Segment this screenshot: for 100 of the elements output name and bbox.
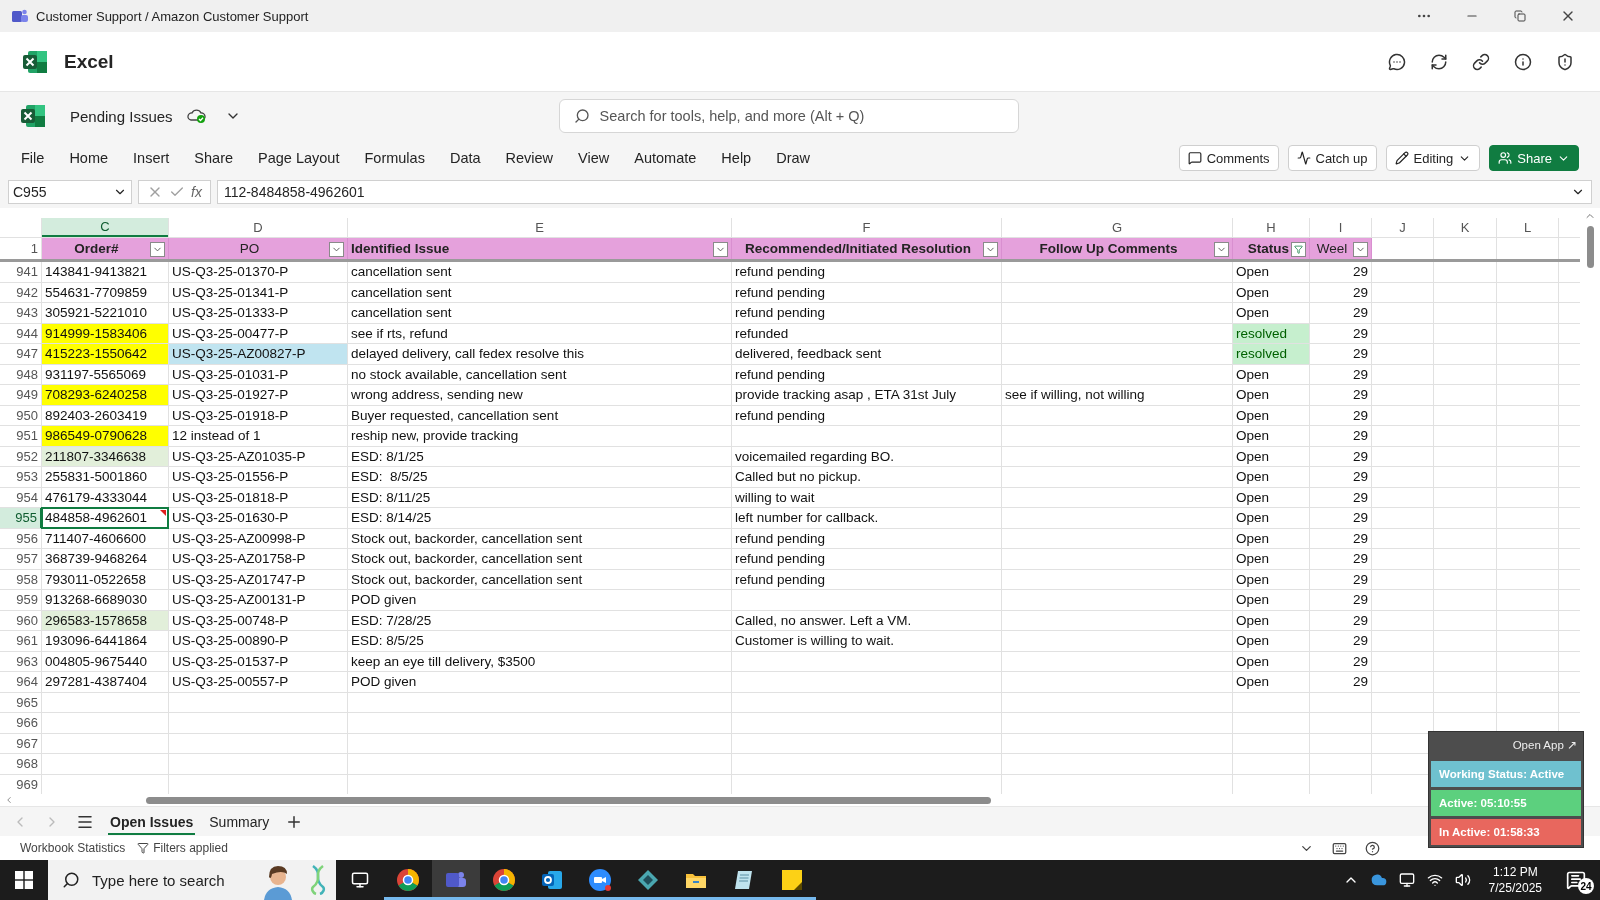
filter-button[interactable] xyxy=(1214,242,1229,257)
table-cell-text: ESD: 8/5/25 xyxy=(350,468,429,487)
mail-icon[interactable] xyxy=(540,868,564,892)
table-cell-text: 931197-5565069 xyxy=(44,365,148,384)
table-cell-text: voicemailed regarding BO. xyxy=(734,447,896,466)
table-cell-text: 892403-2603419 xyxy=(44,406,149,425)
table-cell-text: 29 xyxy=(1351,324,1369,343)
table-cell-text: US-Q3-25-AZ01747-P xyxy=(171,570,307,589)
sticky-note-icon[interactable] xyxy=(780,868,804,892)
window-title: Customer Support / Amazon Customer Support xyxy=(36,8,310,24)
table-cell-text: 29 xyxy=(1351,406,1369,425)
formula-field[interactable]: 112-8484858-4962601 xyxy=(216,180,1592,204)
table-cell-text: US-Q3-25-AZ01758-P xyxy=(171,550,307,569)
table-cell-text: US-Q3-25-01031-P xyxy=(171,365,290,384)
table-cell-text: 305921-5221010 xyxy=(44,304,149,323)
share-button[interactable]: Share xyxy=(1489,145,1579,171)
catch-up-button[interactable]: Catch up xyxy=(1287,145,1377,171)
menu-item[interactable]: Automate xyxy=(634,146,697,170)
menu-item[interactable]: Review xyxy=(505,146,554,170)
table-cell: 914999-1583406 xyxy=(42,323,168,343)
table-cell-text: Open xyxy=(1235,632,1271,651)
table-cell-text: Called but no pickup. xyxy=(734,468,863,487)
table-cell-text: 554631-7709859 xyxy=(44,283,149,302)
editing-button[interactable]: Editing xyxy=(1385,145,1481,171)
table-cell-text: willing to wait xyxy=(734,488,816,507)
comment-icon xyxy=(1187,151,1202,165)
table-cell: 415223-1550642 xyxy=(42,344,168,364)
header-label: Order# xyxy=(74,241,119,256)
filter-button[interactable] xyxy=(983,242,998,257)
column-letter[interactable]: C xyxy=(42,218,168,237)
table-cell-text: Open xyxy=(1235,263,1271,282)
taskbar-search-field[interactable]: Type here to search xyxy=(48,860,336,900)
scrollbar-thumb[interactable] xyxy=(146,796,991,804)
filter-button[interactable] xyxy=(1291,242,1306,257)
document-name[interactable]: Pending Issues xyxy=(70,107,173,125)
help-icon[interactable] xyxy=(1365,840,1380,856)
video-call-icon[interactable] xyxy=(588,868,612,892)
search-field[interactable]: Search for tools, help, and more (Alt + Q) xyxy=(558,99,1019,133)
table-cell-text: cancellation sent xyxy=(350,283,453,302)
header-label: Status xyxy=(1247,241,1289,256)
workbook-statistics[interactable]: Workbook Statistics xyxy=(20,841,126,855)
pencil-icon xyxy=(1394,151,1409,165)
table-cell-text: Stock out, backorder, cancellation sent xyxy=(350,550,584,569)
table-cell-text: Open xyxy=(1235,673,1271,692)
table-cell-text: Called, no answer. Left a VM. xyxy=(734,611,913,630)
chrome-icon[interactable] xyxy=(492,868,516,892)
function-button[interactable]: fx xyxy=(191,184,202,200)
menu-item[interactable]: Insert xyxy=(133,146,170,170)
filter-button[interactable] xyxy=(150,242,165,257)
table-cell-text: 29 xyxy=(1351,345,1369,364)
menu-item[interactable]: File xyxy=(21,146,45,170)
table-cell-text: ESD: 8/11/25 xyxy=(350,488,432,507)
keyboard-icon[interactable] xyxy=(1332,840,1347,856)
filter-icon xyxy=(1294,245,1303,254)
chat-icon[interactable] xyxy=(1388,52,1406,71)
cloud-icon[interactable] xyxy=(1370,872,1387,888)
table-cell: resolved xyxy=(1233,323,1309,343)
sheet-tab[interactable]: Open Issues xyxy=(108,808,196,835)
link-icon[interactable] xyxy=(1472,52,1490,71)
table-cell-text: 29 xyxy=(1351,591,1369,610)
table-cell-text: refund pending xyxy=(734,550,827,569)
table-cell-text: 29 xyxy=(1351,673,1369,692)
menu-item[interactable]: Draw xyxy=(776,146,810,170)
menu-item[interactable]: View xyxy=(578,146,610,170)
row-number[interactable]: 955 xyxy=(0,508,42,528)
table-cell-text: US-Q3-25-01341-P xyxy=(171,283,290,302)
menu-item[interactable]: Data xyxy=(449,146,481,170)
filter-button[interactable] xyxy=(713,242,728,257)
table-cell-text: Open xyxy=(1235,550,1271,569)
name-box[interactable]: C955 xyxy=(8,180,132,204)
table-cell-text: US-Q3-25-01818-P xyxy=(171,488,290,507)
menu-item[interactable]: Share xyxy=(194,146,234,170)
refresh-icon[interactable] xyxy=(1430,52,1448,71)
network-icon[interactable] xyxy=(1426,872,1443,888)
filter-button[interactable] xyxy=(329,242,344,257)
volume-icon[interactable] xyxy=(1454,872,1471,888)
clock[interactable]: 1:12 PM 7/25/2025 xyxy=(1480,864,1550,896)
shield-icon[interactable] xyxy=(1556,52,1574,71)
scrollbar-thumb[interactable] xyxy=(1586,226,1594,268)
filter-button[interactable] xyxy=(1353,242,1368,257)
table-cell-text: 29 xyxy=(1351,447,1369,466)
monitor-icon[interactable] xyxy=(1398,872,1415,888)
table-cell-text: US-Q3-25-01370-P xyxy=(171,263,290,282)
menu-item[interactable]: Page Layout xyxy=(258,146,340,170)
table-cell-text: US-Q3-25-01333-P xyxy=(171,304,290,323)
task-view-icon[interactable] xyxy=(351,871,369,889)
diamond-icon[interactable] xyxy=(636,868,660,892)
menu-item[interactable]: Home xyxy=(69,146,109,170)
table-cell-text: US-Q3-25-01918-P xyxy=(171,406,290,425)
comments-button[interactable]: Comments xyxy=(1178,145,1279,171)
open-app-link[interactable]: Open App ↗ xyxy=(1508,736,1581,758)
table-cell-text: 29 xyxy=(1351,468,1369,487)
table-cell-text: Open xyxy=(1235,406,1271,425)
restore-icon[interactable] xyxy=(1514,10,1526,22)
menu-item[interactable]: Formulas xyxy=(364,146,425,170)
menu-item[interactable]: Help xyxy=(721,146,752,170)
windows-icon[interactable] xyxy=(15,871,33,889)
sheet-tab[interactable]: Summary xyxy=(207,808,272,835)
info-icon[interactable] xyxy=(1514,52,1532,71)
chrome-icon[interactable] xyxy=(396,868,420,892)
